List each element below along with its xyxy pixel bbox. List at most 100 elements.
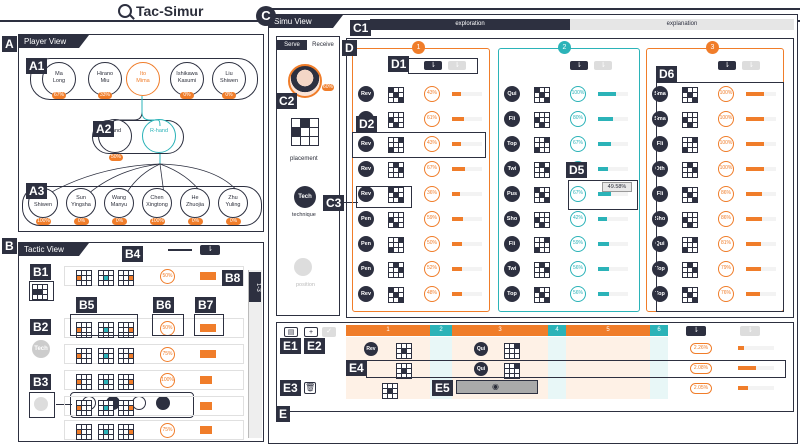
sequence-header[interactable]: 2	[430, 325, 452, 336]
technique-badge[interactable]: Sho	[504, 211, 520, 227]
technique-badge[interactable]: Qui	[504, 86, 520, 102]
tag-C2: C2	[276, 93, 298, 109]
sort-toggle-line[interactable]	[168, 249, 192, 251]
player-name: Chen Xingtong	[146, 195, 168, 208]
seq-sort-asc-icon[interactable]: ⇂	[740, 326, 760, 336]
column-sort-asc-icon[interactable]: ⇂	[594, 61, 612, 70]
bottom-player-node[interactable]: Chen Xingtong	[142, 188, 172, 218]
tactic-rate-bar	[200, 376, 212, 384]
sequence-grid-b	[504, 343, 520, 359]
technique-badge[interactable]: Pen	[358, 236, 374, 252]
stroke-rate-bar	[598, 92, 616, 96]
tag-B8: B8	[222, 270, 244, 286]
bottom-player-node[interactable]: Zhu Yuling	[218, 188, 248, 218]
technique-badge[interactable]: Top	[504, 136, 520, 152]
stroke-rate-bar	[452, 192, 460, 196]
sequence-header[interactable]: 1	[346, 325, 430, 336]
simu-placement-grid[interactable]	[291, 118, 319, 146]
tactic-grid-icon	[76, 400, 92, 416]
tag-E3: E3	[280, 380, 301, 396]
stroke-placement-grid	[388, 212, 404, 228]
technique-badge[interactable]: Rev	[358, 161, 374, 177]
column-sort-desc-icon[interactable]: ⇂	[718, 61, 736, 70]
sequence-technique-b[interactable]: Qui	[474, 342, 488, 356]
stroke-placement-grid	[534, 212, 550, 228]
simu-tech-icon[interactable]: Tech	[294, 186, 316, 208]
eye-icon[interactable]: ◉	[492, 382, 499, 391]
stroke-placement-grid	[534, 237, 550, 253]
tactic-rate-bar	[200, 426, 212, 434]
tactic-grid-icon	[76, 374, 92, 390]
sequence-grid-a	[396, 343, 412, 359]
technique-badge[interactable]: Rev	[358, 286, 374, 302]
stroke-placement-grid	[388, 162, 404, 178]
tactic-rate-ring: 75%	[160, 423, 175, 438]
tag-B2: B2	[30, 319, 52, 335]
tab-serve[interactable]: Serve	[277, 40, 307, 50]
stroke-rate-ring: 61%	[424, 111, 440, 127]
technique-badge[interactable]: Pus	[504, 186, 520, 202]
tactic-scroll-thumb[interactable]: 1-3	[249, 272, 261, 302]
technique-badge[interactable]: Pen	[358, 261, 374, 277]
tag-B7: B7	[195, 297, 217, 313]
stroke-rate-bar	[452, 217, 463, 221]
simu-paddle-icon[interactable]	[294, 258, 312, 276]
bottom-player-node[interactable]: He Zhuojia	[180, 188, 210, 218]
tab-exploration[interactable]: exploration	[370, 19, 570, 30]
c3-highlight	[356, 186, 412, 208]
b5-highlight	[70, 314, 138, 336]
stroke-rate-ring: 50%	[424, 236, 440, 252]
tech-filter-icon[interactable]: Tech	[32, 340, 50, 358]
simu-view-title: Simu View	[269, 15, 343, 28]
tag-D1: D1	[388, 56, 410, 72]
stroke-rate-bar	[598, 267, 609, 271]
sort-descending-icon[interactable]: ⇂	[200, 245, 220, 255]
technique-badge[interactable]: Top	[504, 286, 520, 302]
sequence-header[interactable]: 3	[452, 325, 548, 336]
sequence-header[interactable]: 4	[548, 325, 566, 336]
tactic-rate-ring: 100%	[160, 373, 175, 388]
column-sort-asc-icon[interactable]: ⇂	[742, 61, 760, 70]
tag-B1: B1	[30, 264, 52, 280]
tag-A2: A2	[93, 121, 115, 137]
d6-highlight	[656, 82, 784, 312]
seq-sort-desc-icon[interactable]: ⇂	[686, 326, 706, 336]
tactic-grid-icon	[118, 424, 134, 440]
placement-label: placement	[290, 156, 318, 162]
add-icon[interactable]: +	[304, 327, 318, 337]
technique-badge[interactable]: Twi	[504, 261, 520, 277]
technique-badge[interactable]: Twi	[504, 161, 520, 177]
tooltip: 49.58%	[602, 182, 632, 192]
technique-badge[interactable]: Pen	[358, 211, 374, 227]
trash-icon[interactable]: 🗑	[304, 382, 316, 394]
paddle-icon	[34, 397, 48, 411]
check-icon[interactable]: ✓	[322, 327, 336, 337]
file-icon[interactable]: ▤	[284, 327, 298, 337]
bottom-player-node[interactable]: Wang Manyu	[104, 188, 134, 218]
sequence-header[interactable]: 5	[566, 325, 650, 336]
tactic-grid-icon	[118, 400, 134, 416]
sequence-grid-a	[382, 383, 398, 399]
column-sort-desc-icon[interactable]: ⇂	[570, 61, 588, 70]
stroke-column-number: 3	[706, 41, 719, 54]
tag-B5: B5	[76, 297, 98, 313]
tab-explanation[interactable]: explanation	[570, 19, 794, 30]
tag-B6: B6	[153, 297, 175, 313]
stroke-placement-grid	[388, 287, 404, 303]
stroke-rate-ring: 52%	[424, 261, 440, 277]
sequence-technique-a[interactable]: Rev	[364, 342, 378, 356]
tag-D: D	[342, 40, 357, 56]
technique-badge[interactable]: Fli	[504, 236, 520, 252]
technique-badge[interactable]: Rev	[358, 86, 374, 102]
sequence-header[interactable]: 6	[650, 325, 668, 336]
tab-receive[interactable]: Receive	[307, 40, 339, 50]
stroke-placement-grid	[534, 287, 550, 303]
tactic-rate-bar	[200, 402, 212, 410]
stroke-rate-ring: 67%	[424, 161, 440, 177]
technique-badge[interactable]: Fli	[504, 111, 520, 127]
bottom-player-node[interactable]: Sun Yingsha	[66, 188, 96, 218]
tactic-grid-icon	[98, 400, 114, 416]
app-logo: Tac-Simur	[118, 2, 203, 20]
tag-E2: E2	[304, 338, 325, 354]
stroke-placement-grid	[534, 162, 550, 178]
